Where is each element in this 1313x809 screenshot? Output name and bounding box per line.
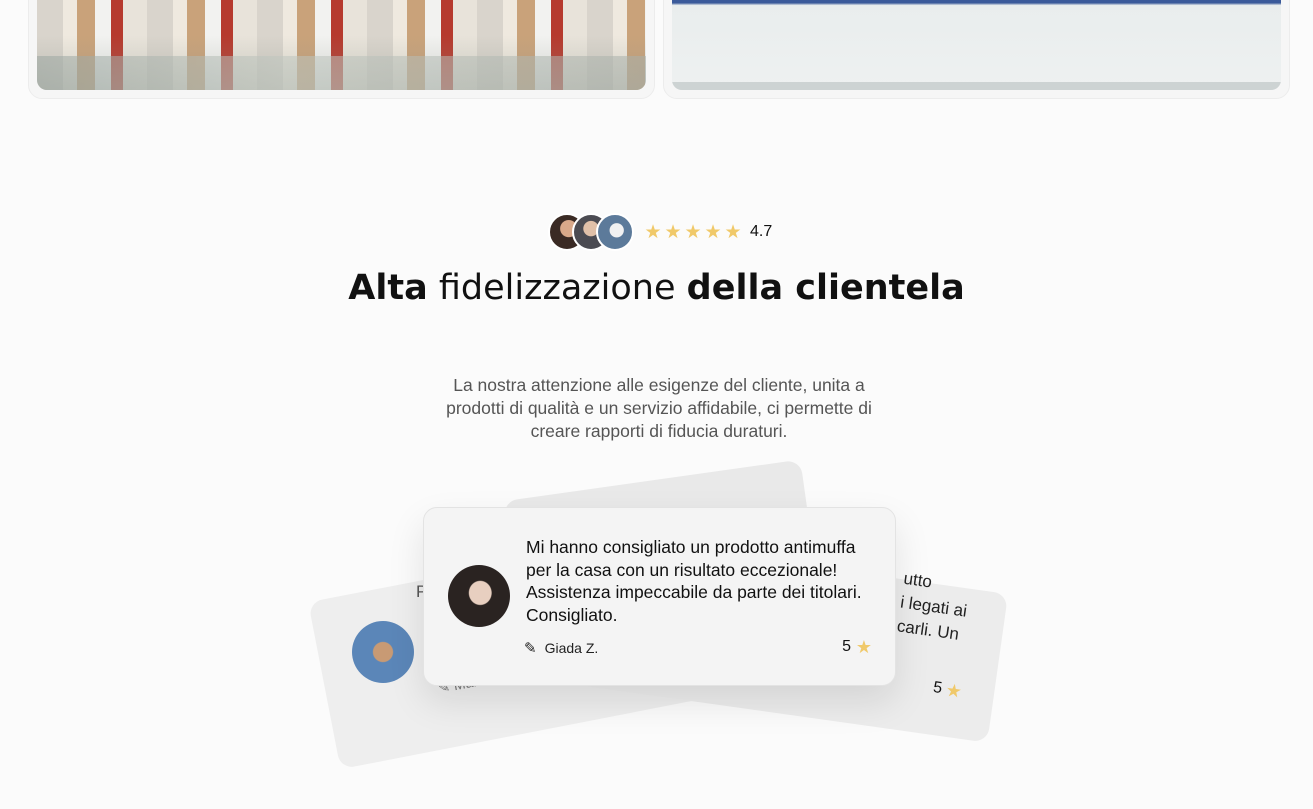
right-card-score-value: 5: [932, 679, 944, 698]
image-card-team: [663, 0, 1290, 99]
reviewer-avatar-left: [352, 621, 414, 683]
rating-summary: ★ ★ ★ ★ ★ 4.7: [548, 211, 772, 253]
avatar: [596, 213, 634, 251]
star-icon: ★: [684, 221, 702, 243]
title-regular: fidelizzazione: [438, 268, 676, 308]
customer-avatars: [548, 213, 634, 251]
star-icon: ★: [944, 679, 964, 702]
star-icon: ★: [855, 637, 873, 657]
right-card-text-fragment: utto i legati ai carli. Un: [895, 568, 969, 644]
review-card-main[interactable]: Mi hanno consigliato un prodotto antimuf…: [423, 507, 896, 686]
image-card-warehouse: [28, 0, 655, 99]
reviewer-avatar: [448, 565, 510, 627]
rating-stars: ★ ★ ★ ★ ★: [644, 223, 742, 242]
section-title: Alta fidelizzazione della clientela: [0, 266, 1313, 311]
star-icon: ★: [724, 221, 742, 243]
section-subtitle: La nostra attenzione alle esigenze del c…: [446, 375, 872, 441]
star-icon: ★: [664, 221, 682, 243]
review-score-value: 5: [842, 638, 851, 655]
warehouse-photo: [37, 0, 646, 90]
title-bold-2: della clientela: [686, 268, 965, 308]
review-author: ✎ Giada Z.: [524, 639, 598, 657]
team-photo: [672, 0, 1281, 90]
star-icon: ★: [704, 221, 722, 243]
title-bold-1: Alta: [348, 268, 428, 308]
review-score: 5 ★: [842, 638, 873, 656]
pen-icon: ✎: [524, 640, 537, 657]
review-author-name: Giada Z.: [544, 640, 599, 656]
review-text: Mi hanno consigliato un prodotto antimuf…: [526, 537, 862, 625]
rating-value: 4.7: [750, 223, 773, 240]
star-icon: ★: [644, 221, 662, 243]
